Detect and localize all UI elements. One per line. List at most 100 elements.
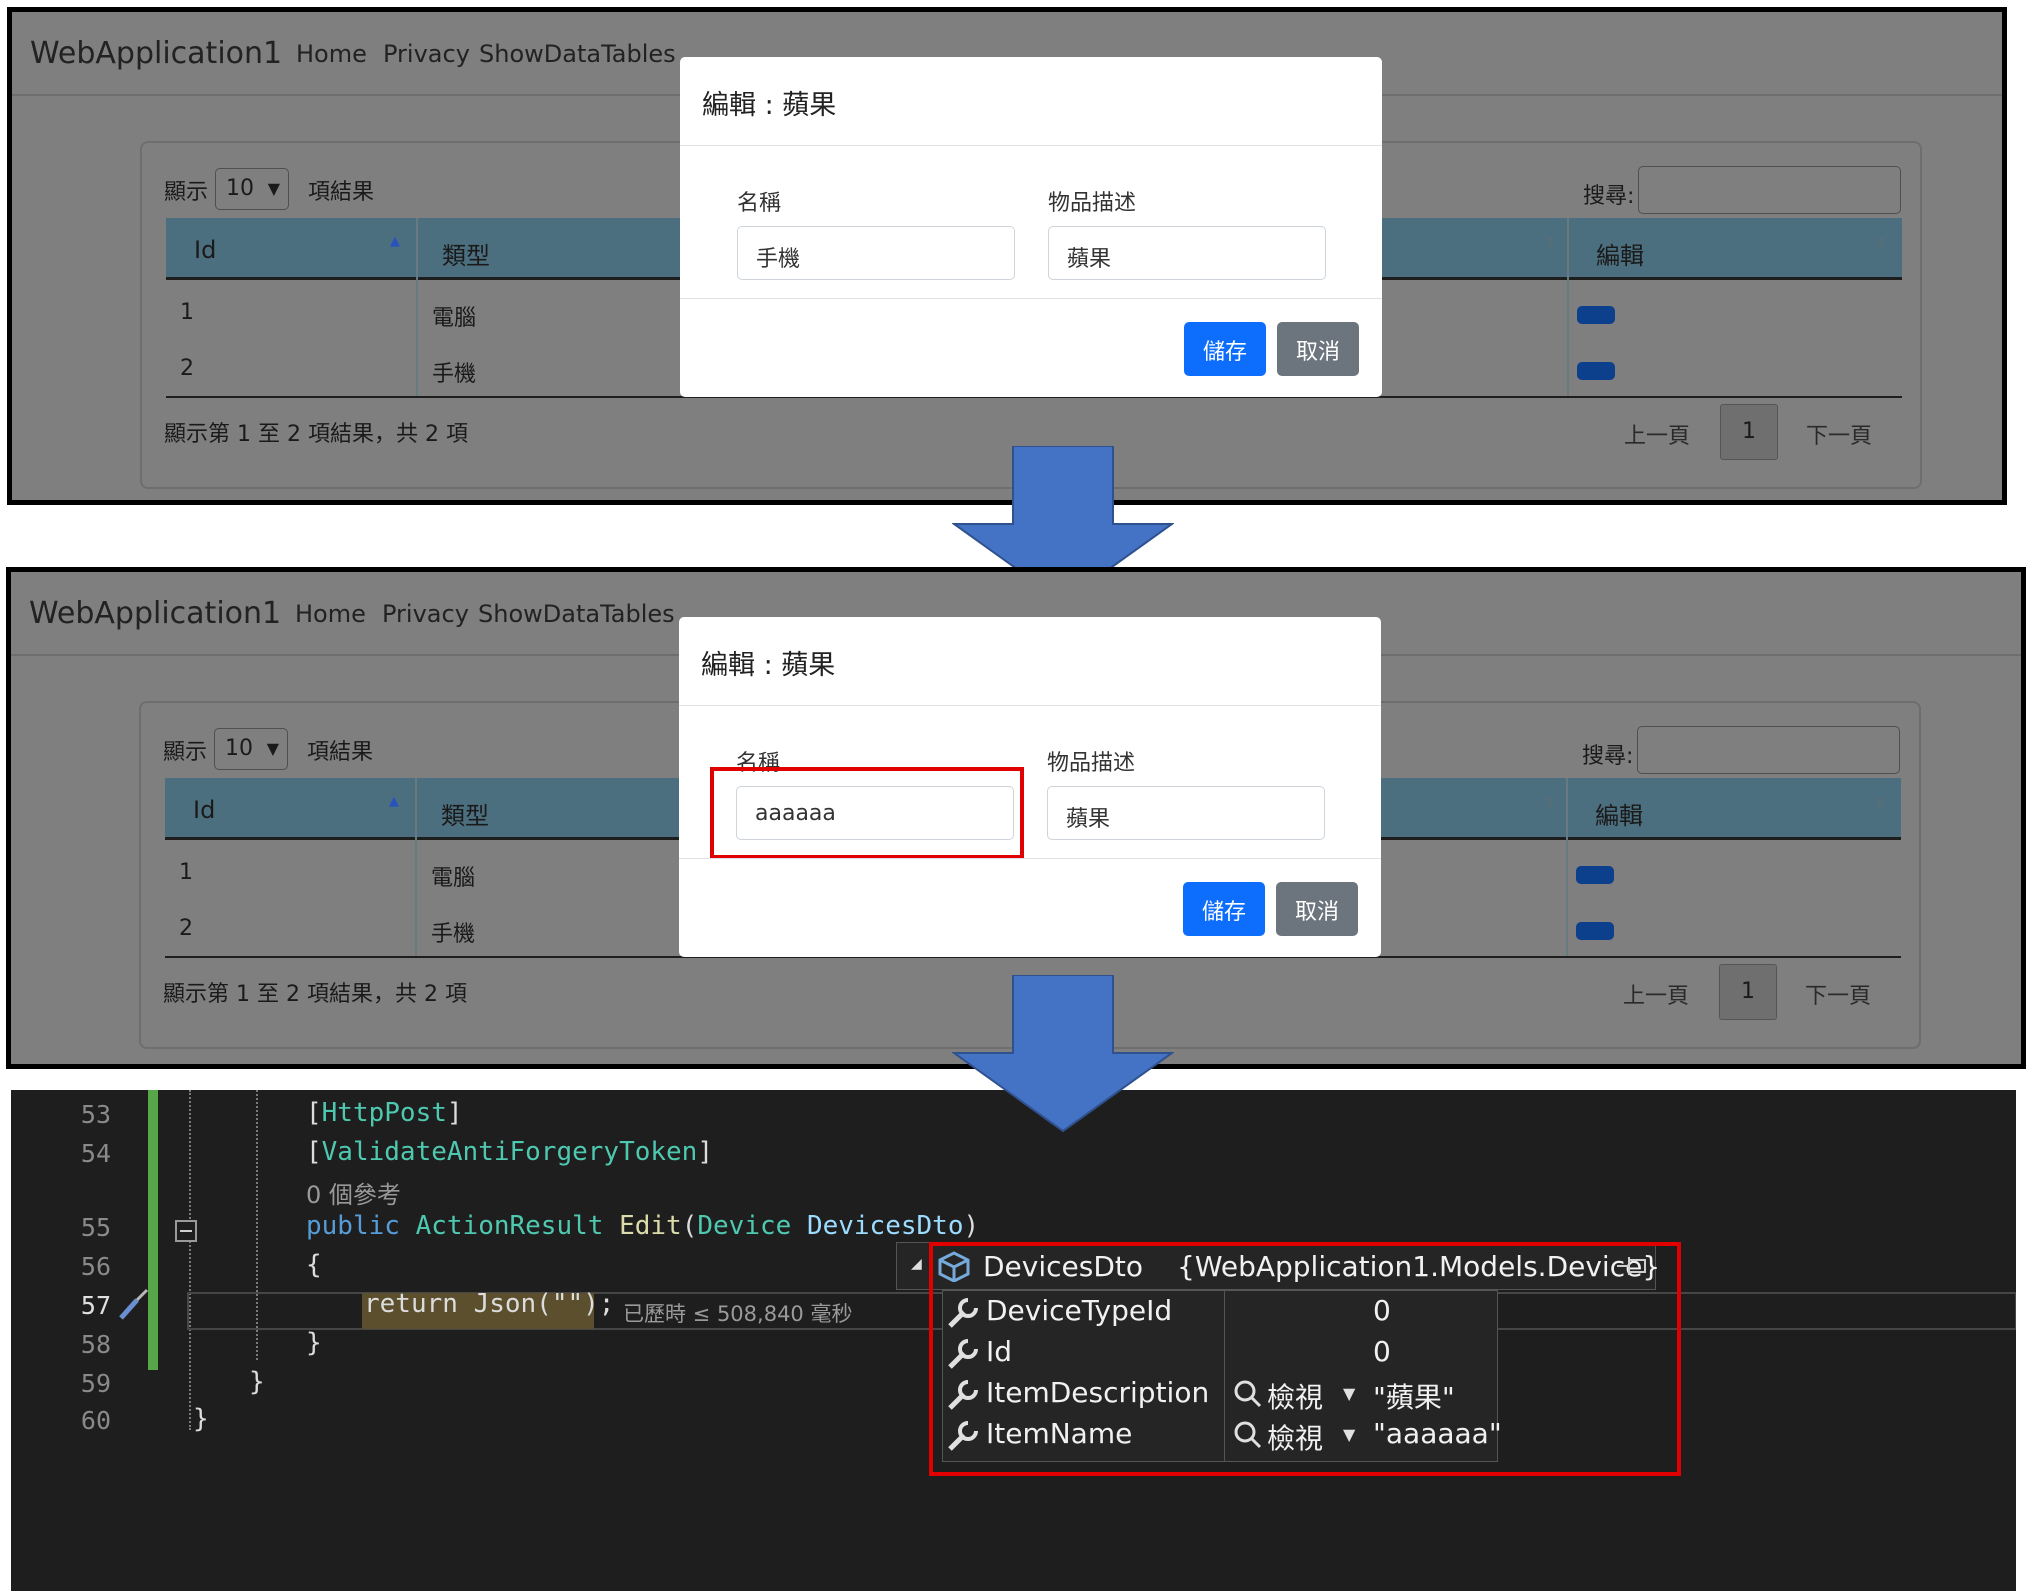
table-info: 顯示第 1 至 2 項結果，共 2 項: [163, 982, 467, 1007]
column-divider: [1566, 778, 1568, 958]
column-edit[interactable]: 編輯: [1595, 796, 1643, 831]
edit-modal: 編輯 : 蘋果 名稱 手機 物品描述 蘋果 儲存 取消: [680, 57, 1382, 397]
page-length-value: 10: [226, 176, 254, 201]
page-length-select[interactable]: 10 ▼: [215, 168, 289, 210]
nav-showdatatables[interactable]: ShowDataTables: [479, 40, 676, 68]
description-label: 物品描述: [1047, 751, 1136, 776]
pagination-prev[interactable]: 上一頁: [1623, 978, 1689, 1010]
code-line-56: {: [306, 1250, 322, 1280]
table-info: 顯示第 1 至 2 項結果，共 2 項: [164, 422, 468, 447]
code-line-60: }: [193, 1404, 209, 1434]
cancel-button[interactable]: 取消: [1276, 882, 1358, 936]
line-number: 58: [80, 1330, 111, 1359]
description-input[interactable]: 蘋果: [1048, 226, 1326, 280]
row1-id: 1: [180, 300, 194, 325]
modal-title: 編輯 : 蘋果: [702, 90, 837, 121]
collapse-icon[interactable]: [175, 1220, 197, 1242]
search-input[interactable]: [1637, 726, 1900, 774]
description-label: 物品描述: [1048, 191, 1137, 216]
row1-edit-button[interactable]: [1576, 866, 1614, 884]
save-button[interactable]: 儲存: [1183, 882, 1265, 936]
highlight-datatip: [929, 1242, 1681, 1476]
modal-header-divider: [680, 145, 1382, 146]
pagination-prev[interactable]: 上一頁: [1624, 418, 1690, 450]
line-number: 60: [80, 1406, 111, 1435]
sort-asc-icon: ▲: [390, 234, 400, 249]
column-id[interactable]: Id: [193, 796, 215, 824]
length-label-suffix: 項結果: [307, 740, 374, 765]
code-line-58: }: [306, 1328, 322, 1358]
search-input[interactable]: [1638, 166, 1901, 214]
pagination-current[interactable]: 1: [1719, 964, 1777, 1020]
column-type[interactable]: 類型: [441, 796, 489, 831]
row2-edit-button[interactable]: [1577, 362, 1615, 380]
nav-privacy[interactable]: Privacy: [383, 40, 470, 68]
pagination-current[interactable]: 1: [1720, 404, 1778, 460]
column-id[interactable]: Id: [194, 236, 216, 264]
name-input[interactable]: 手機: [737, 226, 1015, 280]
row1-edit-button[interactable]: [1577, 306, 1615, 324]
edit-modal: 編輯 : 蘋果 名稱 aaaaaa 物品描述 蘋果 儲存 取消: [679, 617, 1381, 957]
change-indicator-bar: [148, 1090, 158, 1370]
column-divider: [1567, 218, 1569, 398]
row2-edit-button[interactable]: [1576, 922, 1614, 940]
search-label: 搜尋:: [1583, 184, 1635, 209]
sort-asc-icon: ▲: [389, 794, 399, 809]
cancel-button[interactable]: 取消: [1277, 322, 1359, 376]
indent-guide: [189, 1090, 191, 1430]
method-edit: Edit: [619, 1211, 682, 1241]
name-label: 名稱: [737, 191, 782, 216]
param-devicesdto[interactable]: DevicesDto: [807, 1211, 964, 1241]
page-length-select[interactable]: 10 ▼: [214, 728, 288, 770]
line-number: 53: [80, 1100, 111, 1129]
column-edit[interactable]: 編輯: [1596, 236, 1644, 271]
keyword-public: public: [306, 1211, 400, 1241]
description-input[interactable]: 蘋果: [1047, 786, 1325, 840]
line-number-current: 57: [80, 1291, 111, 1320]
codelens-references[interactable]: 0 個參考: [306, 1175, 401, 1210]
code-line-53: [HttpPost]: [306, 1098, 463, 1128]
brand-link[interactable]: WebApplication1: [29, 596, 281, 631]
line-number: 54: [80, 1139, 111, 1168]
expand-triangle-icon[interactable]: ◢: [911, 1256, 922, 1272]
nav-home[interactable]: Home: [295, 600, 366, 628]
line-number: 55: [80, 1213, 111, 1242]
row2-type: 手機: [431, 922, 476, 947]
sort-icon: ⇕: [1545, 236, 1556, 251]
sort-icon: ⇕: [1544, 796, 1555, 811]
row1-type: 電腦: [431, 866, 476, 891]
row1-id: 1: [179, 860, 193, 885]
visual-studio-editor: 53 54 55 56 57 58 59 60 [HttpPost] [Vali…: [11, 1090, 2016, 1591]
chevron-down-icon: ▼: [266, 739, 279, 758]
column-type[interactable]: 類型: [442, 236, 490, 271]
nav-home[interactable]: Home: [296, 40, 367, 68]
line-number: 59: [80, 1369, 111, 1398]
length-label-prefix: 顯示: [163, 740, 208, 765]
pagination-next[interactable]: 下一頁: [1805, 978, 1871, 1010]
debug-screwdriver-icon[interactable]: [117, 1286, 151, 1322]
nav-privacy[interactable]: Privacy: [382, 600, 469, 628]
modal-header-divider: [679, 705, 1381, 706]
nav-showdatatables[interactable]: ShowDataTables: [478, 600, 675, 628]
sort-icon: ⇕: [1875, 796, 1886, 811]
down-arrow-icon: [952, 975, 1174, 1133]
type-device: Device: [697, 1211, 792, 1241]
type-actionresult: ActionResult: [415, 1211, 604, 1241]
page-length-value: 10: [225, 736, 253, 761]
row2-id: 2: [180, 356, 194, 381]
modal-footer-divider: [680, 298, 1382, 299]
pagination-next[interactable]: 下一頁: [1806, 418, 1872, 450]
save-button[interactable]: 儲存: [1184, 322, 1266, 376]
length-label-suffix: 項結果: [308, 180, 375, 205]
attribute-validateantiforgerytoken: ValidateAntiForgeryToken: [321, 1137, 698, 1167]
code-line-55: public ActionResult Edit(Device DevicesD…: [306, 1211, 980, 1241]
chevron-down-icon: ▼: [267, 179, 280, 198]
code-line-54: [ValidateAntiForgeryToken]: [306, 1137, 713, 1167]
attribute-httppost: HttpPost: [321, 1098, 447, 1128]
modal-footer-divider: [679, 858, 1381, 859]
search-label: 搜尋:: [1582, 744, 1634, 769]
brand-link[interactable]: WebApplication1: [30, 36, 282, 71]
row2-type: 手機: [432, 362, 477, 387]
line-number: 56: [80, 1252, 111, 1281]
highlight-name-input: [710, 767, 1024, 859]
